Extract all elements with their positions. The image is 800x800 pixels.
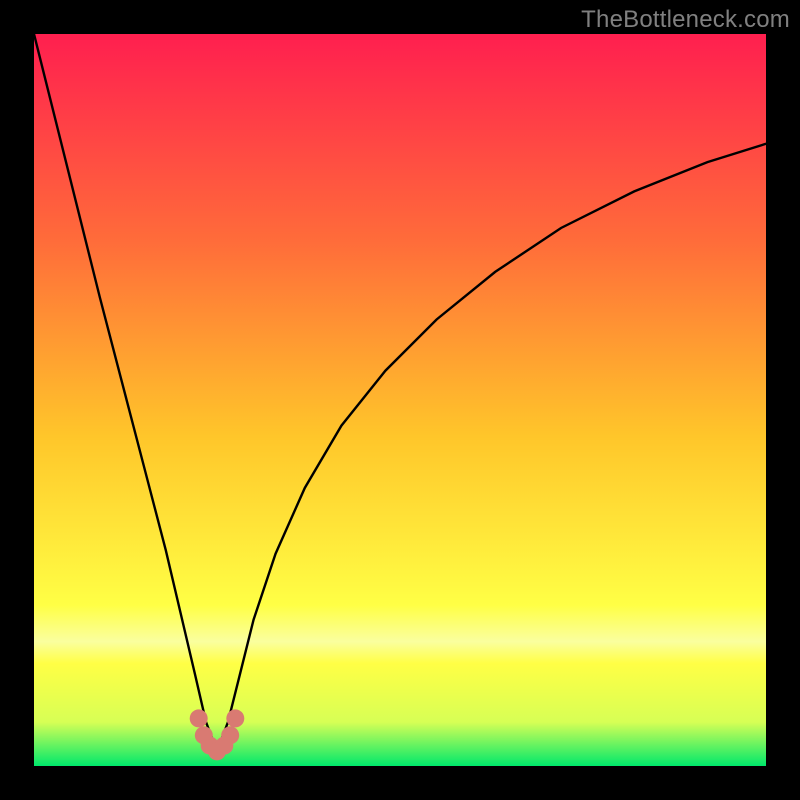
marker-dot [190,709,208,727]
gradient-background [34,34,766,766]
chart-frame: TheBottleneck.com [0,0,800,800]
marker-dot [226,709,244,727]
marker-dot [221,726,239,744]
chart-svg [34,34,766,766]
plot-area [34,34,766,766]
watermark-text: TheBottleneck.com [581,6,790,34]
